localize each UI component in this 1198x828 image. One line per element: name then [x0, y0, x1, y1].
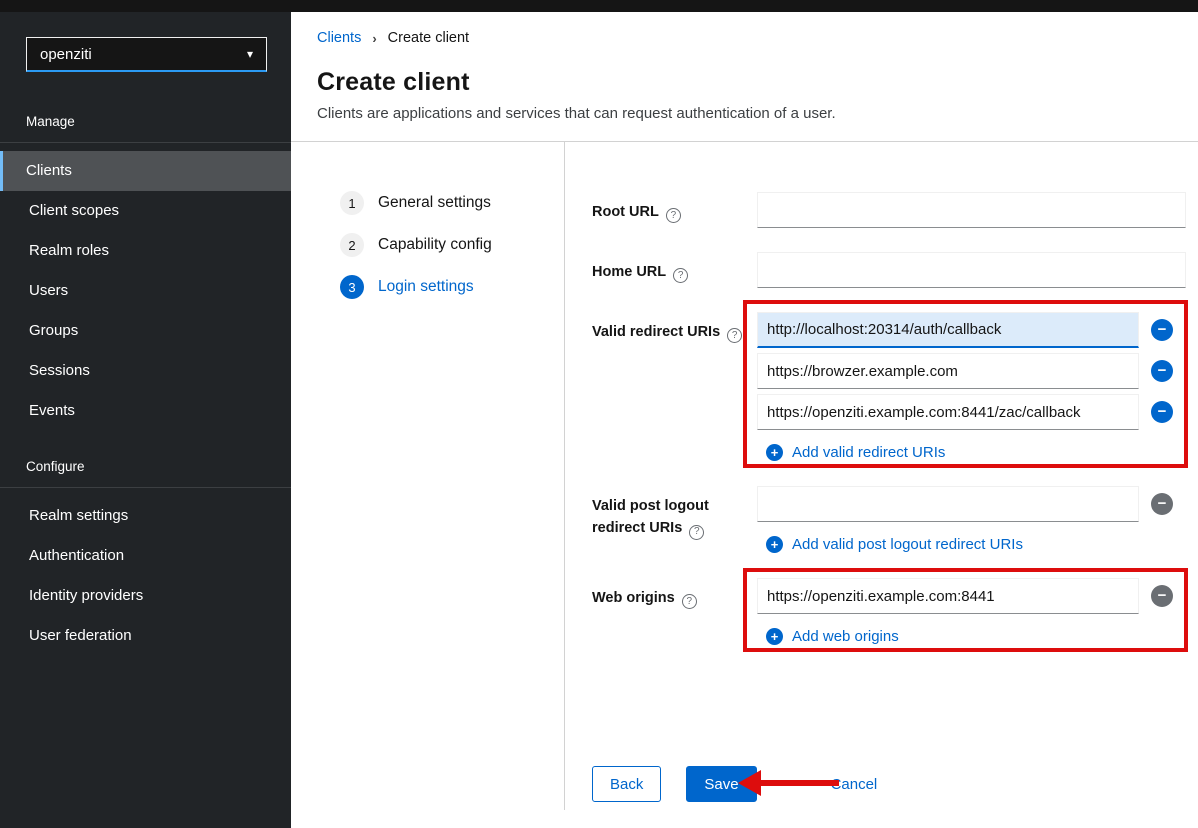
redirect-uri-row: − [757, 394, 1186, 430]
add-valid-redirect-uris-link[interactable]: + Add valid redirect URIs [766, 444, 945, 461]
login-settings-form: Root URL? Home URL? Valid redirect URIs? [565, 142, 1198, 810]
root-url-input[interactable] [757, 192, 1186, 228]
back-button[interactable]: Back [592, 766, 661, 802]
chevron-down-icon: ▾ [247, 47, 253, 61]
web-origins-group: − + Add web origins [757, 578, 1186, 646]
field-home-url: Home URL? [592, 252, 1186, 288]
field-label-web-origins: Web origins? [592, 578, 757, 646]
step-label: Capability config [378, 236, 492, 254]
redirect-uri-row: − [757, 312, 1186, 348]
field-label-root-url: Root URL? [592, 192, 757, 228]
field-label-text: Root URL [592, 204, 659, 220]
breadcrumb-link-clients[interactable]: Clients [317, 30, 361, 46]
add-link-label: Add valid post logout redirect URIs [792, 536, 1023, 553]
help-icon[interactable]: ? [689, 525, 704, 540]
sidebar-section-configure: Configure Realm settings Authentication … [0, 459, 291, 656]
minus-icon: − [1158, 361, 1167, 381]
remove-web-origin-button-disabled[interactable]: − [1151, 585, 1173, 607]
field-valid-post-logout-redirect-uris: Valid post logout redirect URIs? − + Add… [592, 486, 1186, 554]
sidebar-item-groups[interactable]: Groups [0, 311, 291, 351]
page-header: Clients › Create client Create client Cl… [291, 12, 1198, 122]
wizard-step-capability-config[interactable]: 2 Capability config [340, 233, 564, 257]
remove-redirect-uri-button[interactable]: − [1151, 401, 1173, 423]
redirect-uris-group: − − − + Add valid redirect URIs [757, 312, 1186, 462]
field-valid-redirect-uris: Valid redirect URIs? − − [592, 312, 1186, 462]
step-label: General settings [378, 194, 491, 212]
help-icon[interactable]: ? [727, 328, 742, 343]
web-origin-row: − [757, 578, 1186, 614]
plus-icon: + [766, 444, 783, 461]
remove-redirect-uri-button[interactable]: − [1151, 360, 1173, 382]
page-subtitle: Clients are applications and services th… [317, 105, 1198, 122]
step-number-badge: 3 [340, 275, 364, 299]
main-content: Clients › Create client Create client Cl… [291, 12, 1198, 828]
help-icon[interactable]: ? [666, 208, 681, 223]
redirect-uri-input-2[interactable] [757, 353, 1139, 389]
minus-icon: − [1158, 402, 1167, 422]
add-link-label: Add web origins [792, 628, 899, 645]
step-number-badge: 2 [340, 233, 364, 257]
realm-selector-value: openziti [40, 46, 92, 63]
add-valid-post-logout-redirect-uris-link[interactable]: + Add valid post logout redirect URIs [766, 536, 1023, 553]
add-link-label: Add valid redirect URIs [792, 444, 945, 461]
sidebar-item-clients[interactable]: Clients [0, 151, 291, 191]
field-label-text: Home URL [592, 264, 666, 280]
save-button[interactable]: Save [686, 766, 756, 802]
sidebar-item-users[interactable]: Users [0, 271, 291, 311]
redirect-uri-input-3[interactable] [757, 394, 1139, 430]
sidebar-item-client-scopes[interactable]: Client scopes [0, 191, 291, 231]
redirect-uri-row: − [757, 353, 1186, 389]
plus-icon: + [766, 628, 783, 645]
help-icon[interactable]: ? [673, 268, 688, 283]
top-bar [0, 0, 1198, 12]
form-actions: Back Save Cancel [592, 766, 1186, 802]
field-label-valid-redirect-uris: Valid redirect URIs? [592, 312, 757, 462]
post-logout-uris-group: − + Add valid post logout redirect URIs [757, 486, 1186, 554]
minus-icon: − [1158, 320, 1167, 340]
plus-icon: + [766, 536, 783, 553]
sidebar-section-manage: Manage Clients Client scopes Realm roles… [0, 114, 291, 431]
post-logout-uri-input[interactable] [757, 486, 1139, 522]
sidebar-item-identity-providers[interactable]: Identity providers [0, 576, 291, 616]
wizard-step-login-settings[interactable]: 3 Login settings [340, 275, 564, 299]
step-label: Login settings [378, 278, 474, 296]
step-number-badge: 1 [340, 191, 364, 215]
field-label-text: Web origins [592, 590, 675, 606]
post-logout-uri-row: − [757, 486, 1186, 522]
page-title: Create client [317, 68, 1198, 97]
remove-post-logout-uri-button-disabled[interactable]: − [1151, 493, 1173, 515]
field-label-home-url: Home URL? [592, 252, 757, 288]
help-icon[interactable]: ? [682, 594, 697, 609]
section-title-configure: Configure [0, 459, 291, 488]
minus-icon: − [1158, 586, 1167, 606]
sidebar-item-realm-roles[interactable]: Realm roles [0, 231, 291, 271]
breadcrumb: Clients › Create client [317, 30, 1198, 46]
sidebar-item-events[interactable]: Events [0, 391, 291, 431]
redirect-uri-input-1[interactable] [757, 312, 1139, 348]
sidebar-item-realm-settings[interactable]: Realm settings [0, 496, 291, 536]
field-label-text: redirect URIs [592, 520, 682, 536]
field-label-valid-post-logout: Valid post logout redirect URIs? [592, 486, 757, 554]
breadcrumb-chevron-icon: › [372, 31, 376, 46]
minus-icon: − [1158, 494, 1167, 514]
field-web-origins: Web origins? − + Add web origins [592, 578, 1186, 646]
wizard-step-general-settings[interactable]: 1 General settings [340, 191, 564, 215]
sidebar-item-authentication[interactable]: Authentication [0, 536, 291, 576]
arrow-shaft [758, 780, 839, 786]
add-web-origins-link[interactable]: + Add web origins [766, 628, 899, 645]
cancel-link[interactable]: Cancel [831, 776, 878, 793]
wizard-nav: 1 General settings 2 Capability config 3… [291, 142, 565, 810]
breadcrumb-current: Create client [388, 30, 469, 46]
web-origin-input[interactable] [757, 578, 1139, 614]
section-title-manage: Manage [0, 114, 291, 143]
sidebar-item-sessions[interactable]: Sessions [0, 351, 291, 391]
field-root-url: Root URL? [592, 192, 1186, 228]
remove-redirect-uri-button[interactable]: − [1151, 319, 1173, 341]
sidebar-item-user-federation[interactable]: User federation [0, 616, 291, 656]
sidebar: openziti ▾ Manage Clients Client scopes … [0, 12, 291, 828]
field-label-text: Valid redirect URIs [592, 324, 720, 340]
home-url-input[interactable] [757, 252, 1186, 288]
realm-selector-dropdown[interactable]: openziti ▾ [26, 37, 267, 72]
field-label-text: Valid post logout [592, 498, 709, 514]
